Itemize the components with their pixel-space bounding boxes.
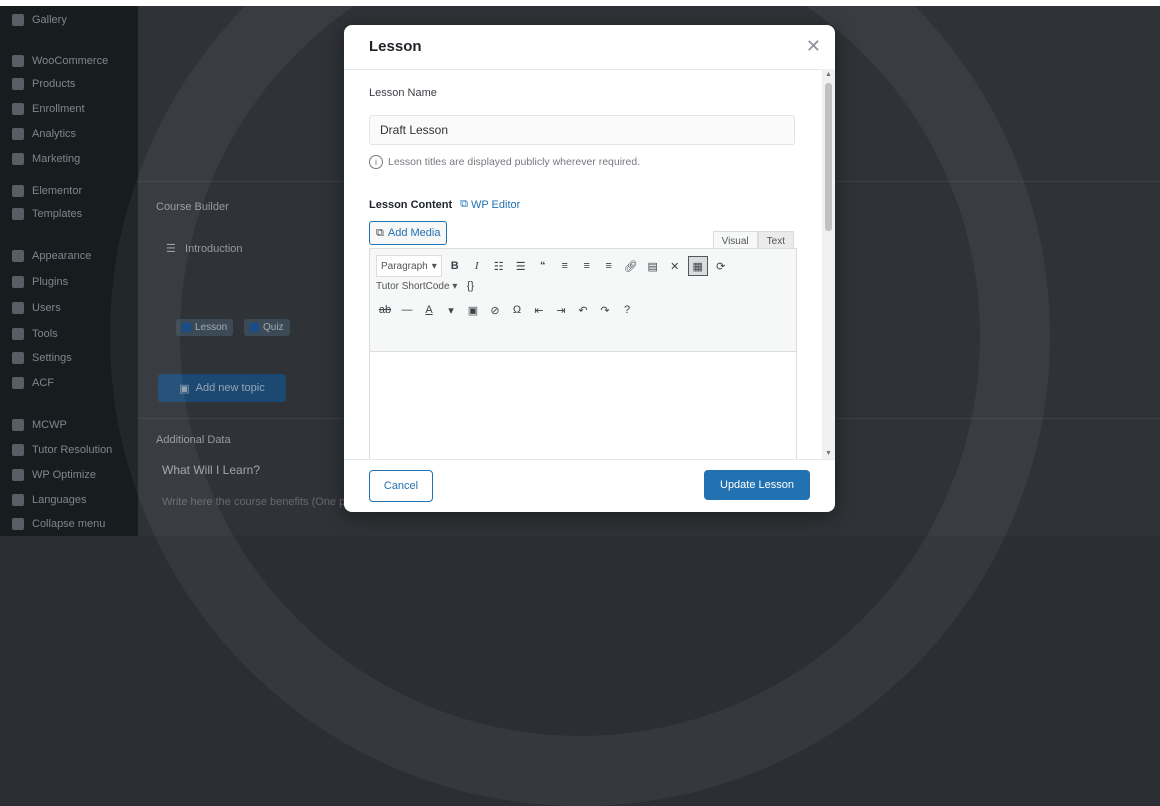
read-more-icon[interactable]: ▤: [644, 257, 662, 275]
toolbar-row-3: ab — A ▾ ▣ ⊘ Ω ⇤ ⇥ ↶ ↷ ?: [376, 301, 636, 319]
editor-toolbar: Paragraph ▾ B I ☷ ☰ “ ≡ ≡ ≡ 🔗︎ ▤ ✕ ▦ ⟳ Tu…: [370, 249, 796, 352]
toolbar-row-2: Tutor ShortCode ▾ {}: [376, 277, 479, 295]
toolbar-toggle-icon[interactable]: ▦: [687, 256, 708, 276]
add-media-button[interactable]: ⧉ Add Media: [369, 221, 448, 245]
wp-editor-label: WP Editor: [470, 198, 521, 211]
clear-formatting-icon[interactable]: ⊘: [486, 301, 504, 319]
modal-body: Lesson Name i Lesson titles are displaye…: [344, 69, 822, 459]
close-icon[interactable]: ✕: [806, 36, 821, 57]
text-color-icon[interactable]: A: [420, 301, 438, 319]
add-media-label: Add Media: [387, 227, 441, 239]
horizontal-line-icon[interactable]: —: [398, 301, 416, 319]
modal-title: Lesson: [369, 38, 422, 55]
hint-text: Lesson titles are displayed publicly whe…: [388, 156, 641, 168]
shortcode-select[interactable]: Tutor ShortCode ▾: [376, 281, 457, 292]
italic-icon[interactable]: I: [468, 257, 486, 275]
link-icon[interactable]: 🔗︎: [622, 257, 640, 275]
align-left-icon[interactable]: ≡: [556, 257, 574, 275]
bold-icon[interactable]: B: [446, 257, 464, 275]
modal-scrollbar[interactable]: ▲ ▼: [822, 69, 835, 459]
update-lesson-button[interactable]: Update Lesson: [704, 470, 810, 500]
special-character-icon[interactable]: Ω: [508, 301, 526, 319]
lesson-modal: Lesson ✕ Lesson Name i Lesson titles are…: [344, 25, 835, 512]
align-right-icon[interactable]: ≡: [600, 257, 618, 275]
indent-icon[interactable]: ⇥: [552, 301, 570, 319]
external-link-icon: ⧉: [460, 198, 468, 210]
format-select-value: Paragraph: [381, 260, 428, 272]
fullscreen-icon[interactable]: ✕: [666, 257, 684, 275]
lesson-name-hint: i Lesson titles are displayed publicly w…: [369, 155, 640, 169]
lesson-content-row: Lesson Content ⧉ WP Editor: [369, 198, 520, 211]
strikethrough-icon[interactable]: ab: [376, 301, 394, 319]
paste-text-icon[interactable]: ▣: [464, 301, 482, 319]
lesson-name-input[interactable]: [369, 115, 795, 145]
outdent-icon[interactable]: ⇤: [530, 301, 548, 319]
format-select[interactable]: Paragraph ▾: [376, 255, 442, 277]
numbered-list-icon[interactable]: ☰: [512, 257, 530, 275]
modal-footer: Cancel Update Lesson: [344, 459, 835, 512]
media-icon: ⧉: [376, 226, 384, 239]
align-center-icon[interactable]: ≡: [578, 257, 596, 275]
braces-icon[interactable]: {}: [461, 277, 479, 295]
scroll-thumb[interactable]: [825, 83, 832, 231]
cancel-button[interactable]: Cancel: [369, 470, 433, 502]
info-icon: i: [369, 155, 383, 169]
toolbar-row-1: Paragraph ▾ B I ☷ ☰ “ ≡ ≡ ≡ 🔗︎ ▤ ✕ ▦ ⟳: [376, 255, 730, 277]
wp-editor-link[interactable]: ⧉ WP Editor: [460, 198, 520, 211]
blockquote-icon[interactable]: “: [534, 257, 552, 275]
shortcode-select-value: Tutor ShortCode: [376, 280, 450, 292]
help-icon[interactable]: ?: [618, 301, 636, 319]
undo-icon[interactable]: ↶: [574, 301, 592, 319]
modal-header: Lesson ✕: [344, 25, 835, 70]
lesson-name-label: Lesson Name: [369, 87, 437, 99]
scroll-up-arrow[interactable]: ▲: [825, 71, 832, 78]
caret-down-icon[interactable]: ▾: [442, 301, 460, 319]
caret-down-icon: ▾: [431, 260, 437, 272]
scroll-down-arrow[interactable]: ▼: [825, 450, 832, 457]
lesson-content-label: Lesson Content: [369, 198, 453, 211]
rich-text-editor[interactable]: Paragraph ▾ B I ☷ ☰ “ ≡ ≡ ≡ 🔗︎ ▤ ✕ ▦ ⟳ Tu…: [369, 248, 797, 459]
refresh-icon[interactable]: ⟳: [712, 257, 730, 275]
redo-icon[interactable]: ↷: [596, 301, 614, 319]
bullet-list-icon[interactable]: ☷: [490, 257, 508, 275]
